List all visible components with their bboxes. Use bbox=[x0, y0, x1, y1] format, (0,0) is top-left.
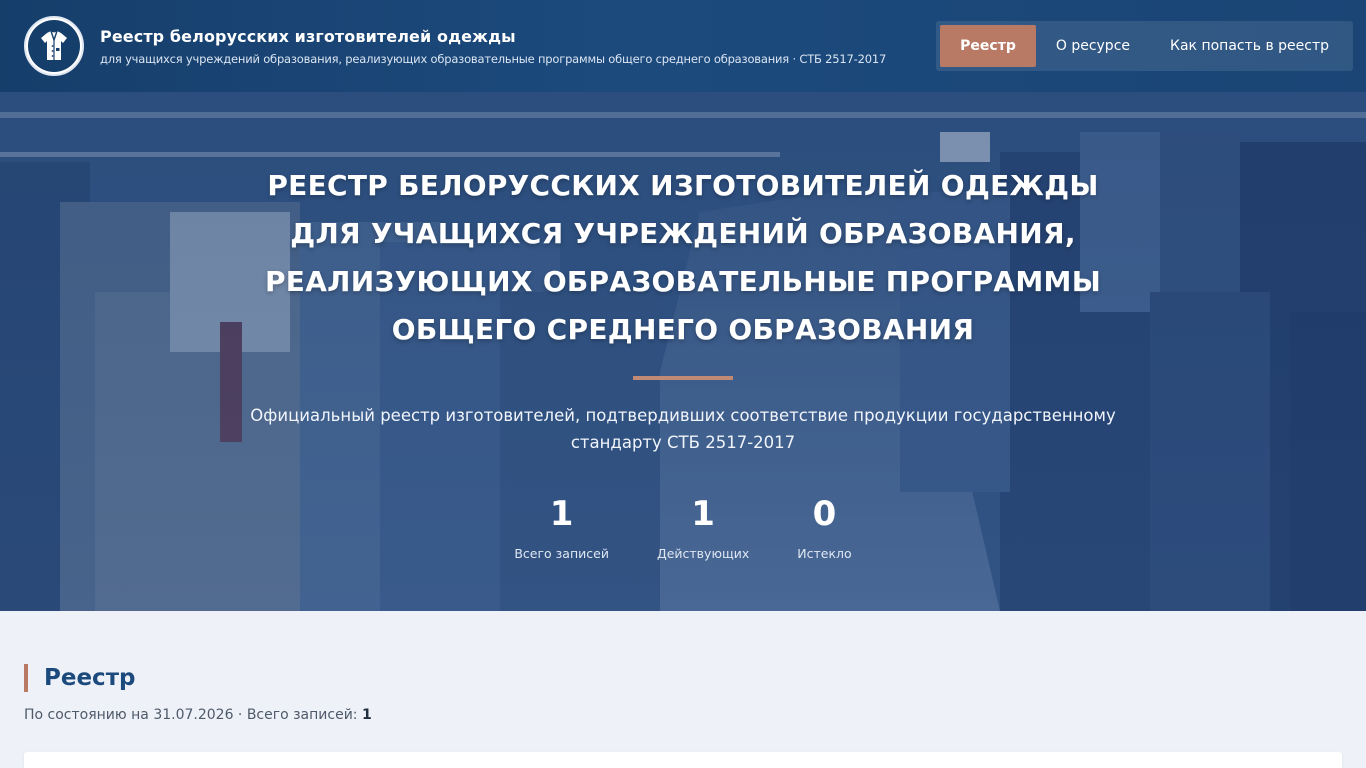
section-title: Реестр bbox=[44, 665, 136, 691]
hero-divider bbox=[633, 376, 733, 380]
registry-status-prefix: По состоянию на 31.07.2026 · Всего запис… bbox=[24, 707, 362, 723]
registry-status-line: По состоянию на 31.07.2026 · Всего запис… bbox=[24, 707, 372, 723]
logo[interactable] bbox=[24, 16, 84, 76]
stat-value: 0 bbox=[812, 494, 837, 534]
main-content: Реестр По состоянию на 31.07.2026 · Всег… bbox=[0, 611, 1366, 768]
brand: Реестр белорусских изготовителей одежды … bbox=[100, 27, 936, 66]
nav-item-registry[interactable]: Реестр bbox=[940, 25, 1036, 67]
stat-label: Всего записей bbox=[514, 546, 609, 561]
section-heading: Реестр bbox=[24, 664, 135, 692]
hero-content: РЕЕСТР БЕЛОРУССКИХ ИЗГОТОВИТЕЛЕЙ ОДЕЖДЫ … bbox=[0, 92, 1366, 611]
site-subtitle: для учащихся учреждений образования, реа… bbox=[100, 51, 887, 66]
stat-active: 1 Действующих bbox=[633, 494, 773, 561]
main-nav: Реестр О ресурсе Как попасть в реестр bbox=[936, 21, 1353, 71]
hero-banner: РЕЕСТР БЕЛОРУССКИХ ИЗГОТОВИТЕЛЕЙ ОДЕЖДЫ … bbox=[0, 92, 1366, 611]
nav-item-how-to-join[interactable]: Как попасть в реестр bbox=[1150, 25, 1349, 67]
registry-card bbox=[24, 752, 1342, 768]
stats: 1 Всего записей 1 Действующих 0 Истекло bbox=[490, 494, 875, 561]
hero-title: РЕЕСТР БЕЛОРУССКИХ ИЗГОТОВИТЕЛЕЙ ОДЕЖДЫ … bbox=[264, 169, 1102, 346]
stat-total: 1 Всего записей bbox=[490, 494, 633, 561]
clothing-emblem-icon bbox=[28, 20, 80, 72]
stat-value: 1 bbox=[549, 494, 574, 534]
stat-label: Истекло bbox=[797, 546, 852, 561]
hero-description: Официальный реестр изготовителей, подтве… bbox=[250, 406, 1116, 452]
site-title[interactable]: Реестр белорусских изготовителей одежды bbox=[100, 27, 936, 46]
registry-count: 1 bbox=[361, 707, 372, 723]
stat-expired: 0 Истекло bbox=[773, 494, 875, 561]
stat-label: Действующих bbox=[656, 546, 750, 561]
stat-value: 1 bbox=[691, 494, 715, 534]
nav-item-about[interactable]: О ресурсе bbox=[1036, 25, 1150, 67]
site-header: Реестр белорусских изготовителей одежды … bbox=[0, 0, 1366, 92]
